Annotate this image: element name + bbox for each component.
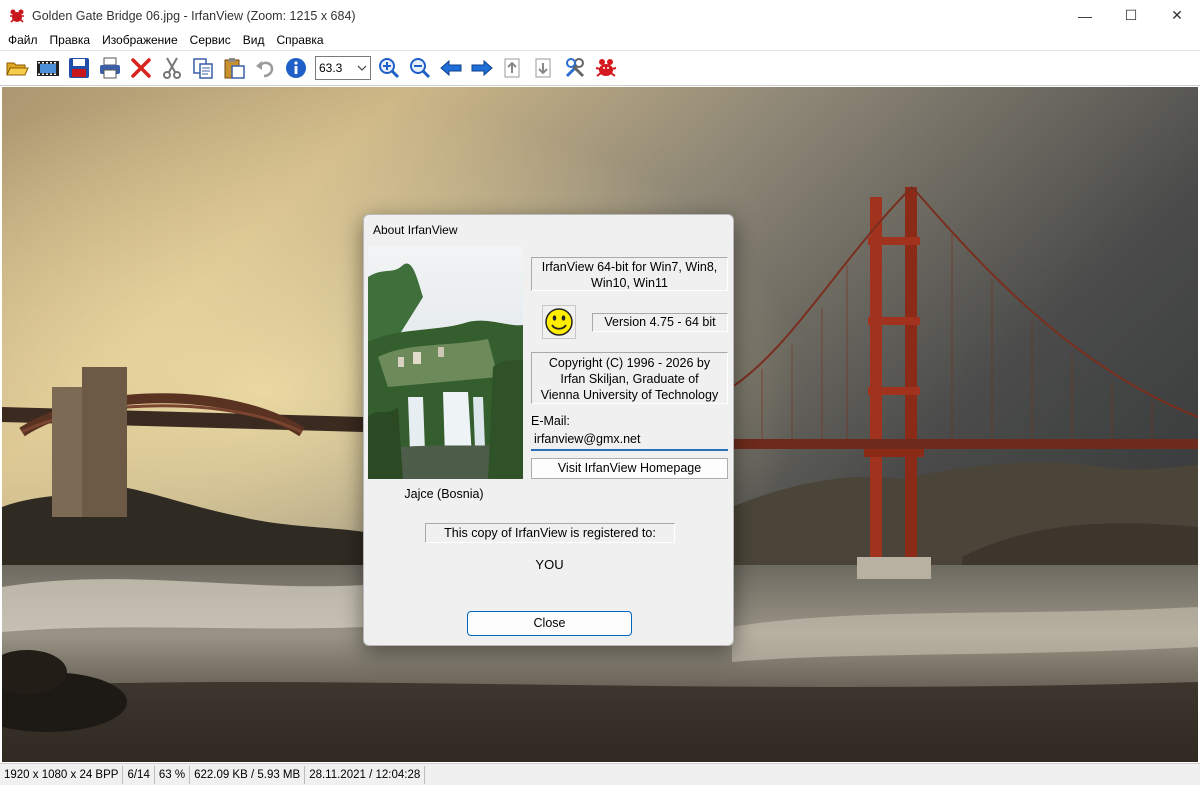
zoom-out-icon bbox=[410, 58, 431, 79]
page-up-button[interactable] bbox=[499, 54, 527, 82]
smiley-icon bbox=[542, 305, 576, 339]
irfanview-logo-icon bbox=[595, 59, 617, 77]
product-line-1: IrfanView 64-bit for Win7, Win8, bbox=[541, 260, 718, 274]
window-title: Golden Gate Bridge 06.jpg - IrfanView (Z… bbox=[32, 8, 356, 23]
copy-button[interactable] bbox=[189, 54, 217, 82]
email-label: E-Mail: bbox=[531, 414, 570, 428]
title-bar: Golden Gate Bridge 06.jpg - IrfanView (Z… bbox=[0, 0, 1200, 31]
registered-user: YOU bbox=[535, 557, 564, 572]
visit-homepage-button[interactable]: Visit IrfanView Homepage bbox=[531, 458, 728, 479]
close-button[interactable]: Close bbox=[467, 611, 632, 636]
status-dimensions: 1920 x 1080 x 24 BPP bbox=[0, 765, 124, 784]
page-down-icon bbox=[535, 58, 551, 78]
copyright-line-3: Vienna University of Technology bbox=[540, 388, 719, 402]
toolbar: 63.3 bbox=[0, 50, 1200, 86]
print-button[interactable] bbox=[96, 54, 124, 82]
status-bar: 1920 x 1080 x 24 BPP 6/14 63 % 622.09 KB… bbox=[0, 763, 1200, 785]
settings-icon bbox=[565, 58, 585, 78]
menu-file[interactable]: Файл bbox=[2, 31, 44, 50]
about-button[interactable] bbox=[592, 54, 620, 82]
menu-image[interactable]: Изображение bbox=[96, 31, 184, 50]
zoom-combobox[interactable]: 63.3 bbox=[315, 56, 371, 80]
dialog-title: About IrfanView bbox=[373, 223, 458, 237]
cut-icon bbox=[163, 57, 181, 79]
status-filesize: 622.09 KB / 5.93 MB bbox=[190, 765, 306, 784]
next-icon bbox=[471, 59, 493, 77]
minimize-button[interactable]: — bbox=[1062, 0, 1108, 31]
copyright-line-2: Irfan Skiljan, Graduate of bbox=[560, 372, 699, 386]
slideshow-button[interactable] bbox=[34, 54, 62, 82]
waterfall-photo bbox=[368, 247, 523, 479]
status-zoom: 63 % bbox=[155, 765, 191, 784]
irfanview-app-icon bbox=[10, 9, 24, 23]
version-info: Version 4.75 - 64 bit bbox=[592, 313, 728, 332]
next-image-button[interactable] bbox=[468, 54, 496, 82]
delete-button[interactable] bbox=[127, 54, 155, 82]
open-folder-icon bbox=[6, 62, 29, 76]
copy-icon bbox=[193, 58, 213, 79]
delete-icon bbox=[131, 58, 151, 78]
product-line-2: Win10, Win11 bbox=[591, 276, 668, 290]
registered-to-label: This copy of IrfanView is registered to: bbox=[425, 523, 675, 543]
filmstrip-icon bbox=[37, 61, 59, 76]
undo-icon bbox=[256, 61, 274, 78]
menu-help[interactable]: Справка bbox=[270, 31, 329, 50]
maximize-button[interactable]: ☐ bbox=[1108, 0, 1154, 31]
previous-image-button[interactable] bbox=[437, 54, 465, 82]
print-icon bbox=[100, 57, 120, 79]
menu-edit[interactable]: Правка bbox=[44, 31, 97, 50]
menu-bar: Файл Правка Изображение Сервис Вид Справ… bbox=[0, 31, 1200, 50]
open-button[interactable] bbox=[3, 54, 31, 82]
page-down-button[interactable] bbox=[530, 54, 558, 82]
zoom-out-button[interactable] bbox=[406, 54, 434, 82]
page-up-icon bbox=[504, 58, 520, 78]
window-controls: — ☐ ✕ bbox=[1062, 0, 1200, 31]
copyright-info: Copyright (C) 1996 - 2026 by Irfan Skilj… bbox=[531, 352, 728, 404]
photo-caption: Jajce (Bosnia) bbox=[404, 487, 484, 501]
paste-icon bbox=[224, 58, 245, 79]
save-button[interactable] bbox=[65, 54, 93, 82]
product-info: IrfanView 64-bit for Win7, Win8, Win10, … bbox=[531, 257, 728, 291]
about-dialog: About IrfanView Jajce (Bosnia) IrfanView… bbox=[363, 214, 734, 646]
close-window-button[interactable]: ✕ bbox=[1154, 0, 1200, 31]
previous-icon bbox=[440, 59, 462, 77]
save-icon bbox=[69, 58, 89, 78]
undo-button[interactable] bbox=[251, 54, 279, 82]
cut-button[interactable] bbox=[158, 54, 186, 82]
menu-options[interactable]: Сервис bbox=[184, 31, 237, 50]
zoom-in-button[interactable] bbox=[375, 54, 403, 82]
info-icon bbox=[286, 58, 306, 78]
menu-view[interactable]: Вид bbox=[237, 31, 271, 50]
image-info-button[interactable] bbox=[282, 54, 310, 82]
zoom-in-icon bbox=[379, 58, 400, 79]
email-field[interactable]: irfanview@gmx.net bbox=[531, 430, 728, 451]
status-index: 6/14 bbox=[123, 765, 155, 784]
status-datetime: 28.11.2021 / 12:04:28 bbox=[305, 765, 426, 784]
chevron-down-icon bbox=[357, 65, 367, 71]
zoom-value: 63.3 bbox=[319, 61, 343, 75]
paste-button[interactable] bbox=[220, 54, 248, 82]
properties-button[interactable] bbox=[561, 54, 589, 82]
copyright-line-1: Copyright (C) 1996 - 2026 by bbox=[548, 356, 711, 370]
